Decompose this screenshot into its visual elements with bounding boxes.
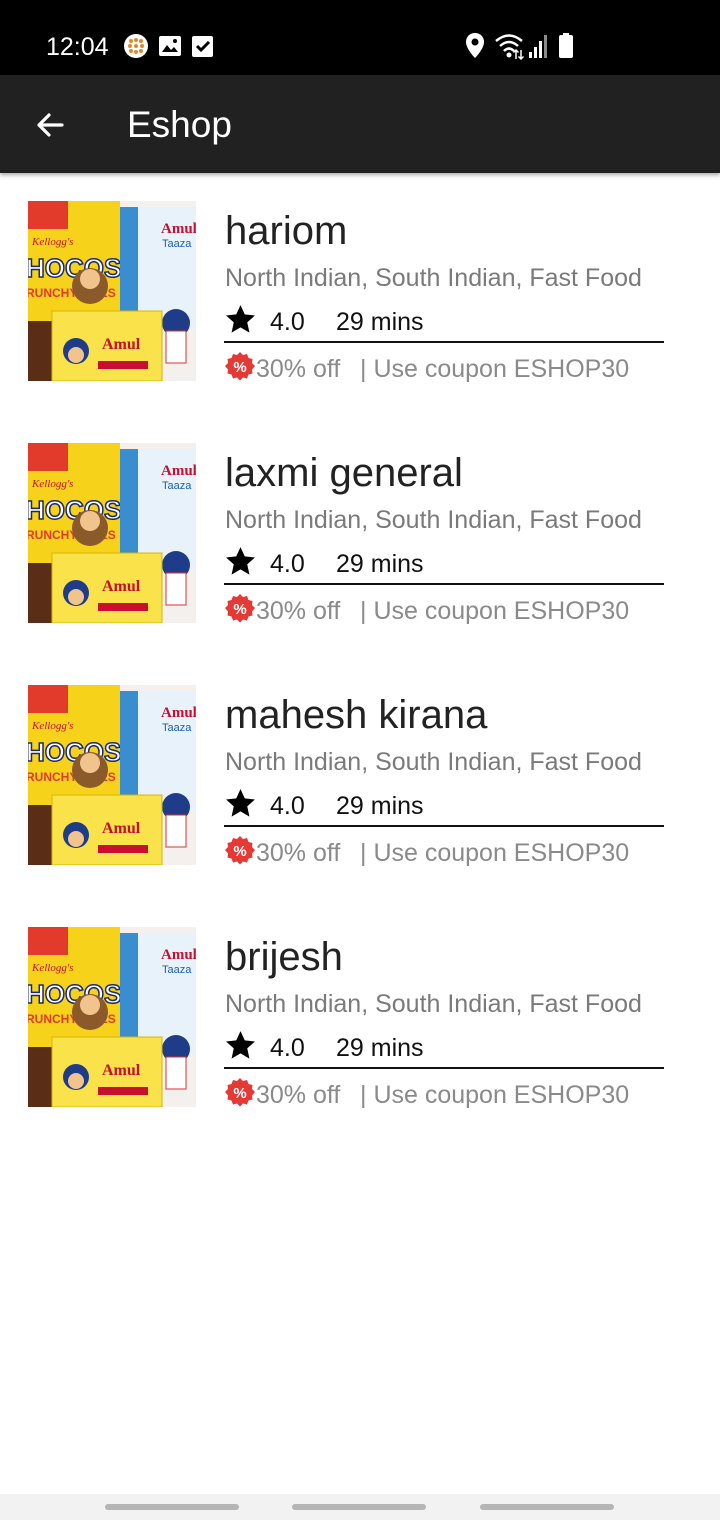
store-cuisine: North Indian, South Indian, Fast Food [225,748,642,776]
star-icon [226,547,255,575]
star-icon [226,305,255,333]
offer-text: 30% off [256,1081,341,1109]
svg-text:%: % [233,1085,246,1102]
discount-badge-icon: % [225,594,255,623]
product-image: Kellogg's HOCOS RUNCHY BITES Amul Taaza … [28,201,196,381]
page-title: Eshop [127,104,232,145]
rating-value: 4.0 [270,1034,305,1062]
store-image: Kellogg's HOCOS RUNCHY BITES Amul Taaza … [28,685,196,865]
product-image: Kellogg's HOCOS RUNCHY BITES Amul Taaza … [28,927,196,1107]
svg-text:%: % [233,601,246,618]
svg-text:Kellogg's: Kellogg's [31,478,73,490]
coupon-text: | Use coupon ESHOP30 [360,839,630,867]
svg-text:Amul: Amul [161,463,196,479]
store-meta: 4.0 29 mins [224,1027,664,1069]
battery-icon [559,33,573,58]
coupon-text: | Use coupon ESHOP30 [360,355,630,383]
svg-text:Taaza: Taaza [162,722,192,734]
store-name: mahesh kirana [225,693,488,737]
navigation-bar [0,1494,720,1520]
offer-row: % 30% off | Use coupon ESHOP30 [224,349,704,385]
svg-text:Amul: Amul [102,1062,141,1079]
store-meta: 4.0 29 mins [224,785,664,827]
product-image: Kellogg's HOCOS RUNCHY BITES Amul Taaza … [28,443,196,623]
store-card[interactable]: Kellogg's HOCOS RUNCHY BITES Amul Taaza … [0,657,720,877]
location-icon [466,33,484,58]
status-time: 12:04 [46,33,109,61]
store-card[interactable]: Kellogg's HOCOS RUNCHY BITES Amul Taaza … [0,899,720,1119]
nav-recents-handle[interactable] [105,1504,239,1510]
rating-value: 4.0 [270,308,305,336]
app-notification-icon [124,34,148,58]
delivery-time: 29 mins [336,550,424,578]
back-button[interactable] [22,99,78,151]
image-icon [159,36,181,56]
store-card[interactable]: Kellogg's HOCOS RUNCHY BITES Amul Taaza … [0,415,720,635]
offer-row: % 30% off | Use coupon ESHOP30 [224,591,704,627]
delivery-time: 29 mins [336,792,424,820]
svg-text:Amul: Amul [102,336,141,353]
svg-text:Amul: Amul [102,578,141,595]
svg-text:Taaza: Taaza [162,964,192,976]
store-image: Kellogg's HOCOS RUNCHY BITES Amul Taaza … [28,201,196,381]
coupon-text: | Use coupon ESHOP30 [360,597,630,625]
status-bar: 12:04 [0,0,720,75]
svg-text:Kellogg's: Kellogg's [31,236,73,248]
delivery-time: 29 mins [336,308,424,336]
store-name: brijesh [225,935,343,979]
store-cuisine: North Indian, South Indian, Fast Food [225,506,642,534]
star-icon [226,1031,255,1059]
store-name: laxmi general [225,451,463,495]
product-image: Kellogg's HOCOS RUNCHY BITES Amul Taaza … [28,685,196,865]
wifi-icon [495,34,524,60]
offer-text: 30% off [256,597,341,625]
svg-text:Kellogg's: Kellogg's [31,720,73,732]
check-box-icon [192,36,213,57]
svg-text:Kellogg's: Kellogg's [31,962,73,974]
svg-text:Amul: Amul [161,947,196,963]
svg-text:%: % [233,843,246,860]
store-image: Kellogg's HOCOS RUNCHY BITES Amul Taaza … [28,927,196,1107]
offer-row: % 30% off | Use coupon ESHOP30 [224,1075,704,1111]
svg-text:Taaza: Taaza [162,480,192,492]
offer-row: % 30% off | Use coupon ESHOP30 [224,833,704,869]
offer-text: 30% off [256,355,341,383]
svg-text:Amul: Amul [161,705,196,721]
offer-text: 30% off [256,839,341,867]
store-meta: 4.0 29 mins [224,301,664,343]
svg-text:%: % [233,359,246,376]
arrow-left-icon [37,113,64,137]
store-meta: 4.0 29 mins [224,543,664,585]
star-icon [226,789,255,817]
discount-badge-icon: % [225,836,255,865]
store-name: hariom [225,209,348,253]
discount-badge-icon: % [225,352,255,381]
rating-value: 4.0 [270,550,305,578]
signal-icon [529,35,547,58]
svg-text:Amul: Amul [161,221,196,237]
nav-home-handle[interactable] [292,1504,426,1510]
store-card[interactable]: Kellogg's HOCOS RUNCHY BITES Amul Taaza … [0,173,720,393]
rating-value: 4.0 [270,792,305,820]
delivery-time: 29 mins [336,1034,424,1062]
svg-text:Taaza: Taaza [162,238,192,250]
app-bar: Eshop [0,75,720,173]
store-image: Kellogg's HOCOS RUNCHY BITES Amul Taaza … [28,443,196,623]
store-cuisine: North Indian, South Indian, Fast Food [225,264,642,292]
store-cuisine: North Indian, South Indian, Fast Food [225,990,642,1018]
svg-text:Amul: Amul [102,820,141,837]
coupon-text: | Use coupon ESHOP30 [360,1081,630,1109]
nav-back-handle[interactable] [480,1504,614,1510]
discount-badge-icon: % [225,1078,255,1107]
